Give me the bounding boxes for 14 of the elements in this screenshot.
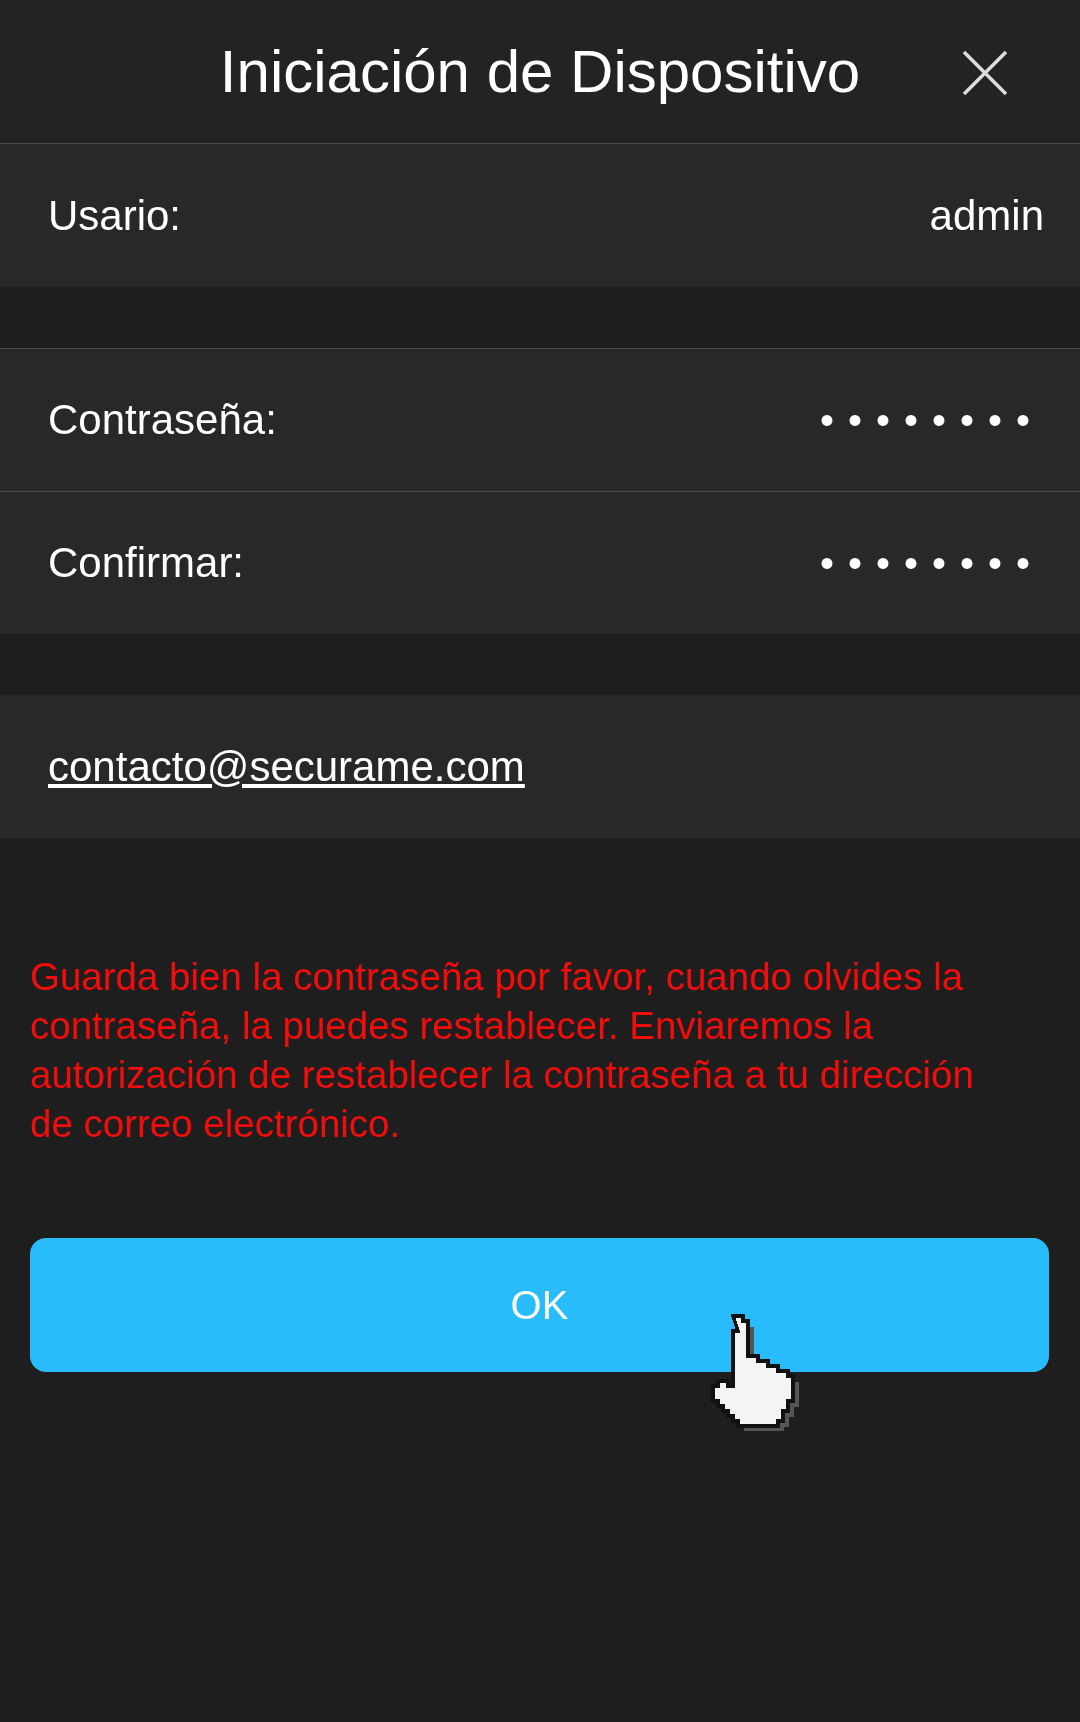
field-label: Confirmar: [48, 539, 245, 587]
close-icon [962, 50, 1008, 96]
warning-text: Guarda bien la contraseña por favor, cuando olvides la contraseña, la puedes restablecer. Enviaremos la autorización de restablecer la contraseña a tu dirección de correo electrónico. [29, 954, 975, 1147]
username-value: admin [929, 191, 1044, 240]
password-field[interactable]: Contraseña: •••••••• [0, 348, 1080, 491]
field-label: Contraseña: [48, 396, 277, 444]
email-link[interactable]: contacto@securame.com [48, 742, 525, 791]
username-row[interactable]: Usario: admin [0, 144, 1080, 287]
password-field[interactable]: Confirmar: •••••••• [0, 491, 1080, 634]
password-value: •••••••• [819, 540, 1044, 586]
close-button[interactable] [962, 50, 1008, 96]
window-title: Iniciación de Dispositivo [219, 37, 861, 106]
password-value: •••••••• [819, 397, 1044, 443]
field-label: Usario: [48, 191, 182, 240]
